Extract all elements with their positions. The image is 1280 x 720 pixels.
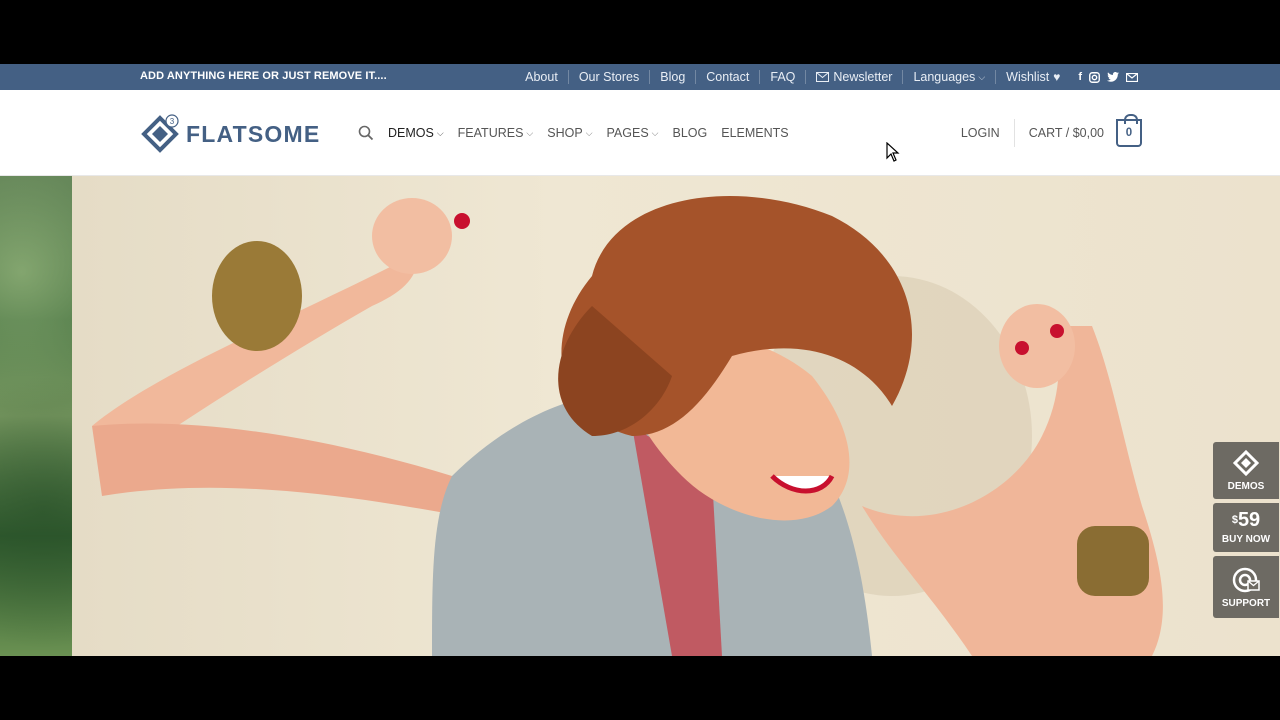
languages-dropdown[interactable]: Languages ⌵ <box>903 70 995 84</box>
account-nav: LOGIN CART / $0,00 0 <box>961 90 1142 176</box>
chevron-down-icon: ⌵ <box>585 127 593 138</box>
browser-viewport: ADD ANYTHING HERE OR JUST REMOVE IT.... … <box>0 64 1280 656</box>
price-value: 59 <box>1237 509 1261 531</box>
side-tab-buy-label: BUY NOW <box>1221 534 1271 545</box>
site-logo[interactable]: 3 FLATSOME <box>140 114 320 154</box>
nav-shop[interactable]: SHOP ⌵ <box>547 126 592 140</box>
flatsome-logo-icon <box>1233 449 1259 476</box>
side-tab-demos[interactable]: DEMOS <box>1213 442 1279 499</box>
nav-pages[interactable]: PAGES ⌵ <box>607 126 659 140</box>
newsletter-link[interactable]: Newsletter <box>806 70 902 84</box>
nav-demos-label: DEMOS <box>388 126 434 140</box>
hero-image <box>72 176 1280 656</box>
top-link-faq[interactable]: FAQ <box>760 70 805 84</box>
nav-features[interactable]: FEATURES ⌵ <box>458 126 534 140</box>
side-tab-support[interactable]: SUPPORT <box>1213 556 1279 618</box>
twitter-icon[interactable] <box>1107 72 1119 82</box>
nav-demos[interactable]: DEMOS ⌵ <box>388 126 444 140</box>
email-icon[interactable] <box>1126 72 1138 82</box>
nav-blog[interactable]: BLOG <box>673 126 708 140</box>
side-tabs: DEMOS $59 BUY NOW SUPPORT <box>1213 442 1279 622</box>
newsletter-label: Newsletter <box>833 70 893 84</box>
main-header: 3 FLATSOME DEMOS ⌵ FEATURES ⌵ SHOP ⌵ PAG… <box>0 90 1280 176</box>
main-nav: DEMOS ⌵ FEATURES ⌵ SHOP ⌵ PAGES ⌵ BLOG E… <box>358 90 803 176</box>
top-link-contact[interactable]: Contact <box>696 70 759 84</box>
chevron-down-icon: ⌵ <box>526 127 534 138</box>
instagram-icon[interactable] <box>1089 71 1100 83</box>
top-bar-nav: About Our Stores Blog Contact FAQ Newsle… <box>515 64 1138 90</box>
social-icons: f <box>1070 71 1138 83</box>
chevron-down-icon: ⌵ <box>651 127 659 138</box>
divider <box>1013 119 1015 147</box>
hero-banner: DEMOS $59 BUY NOW SUPPORT <box>0 176 1280 656</box>
nav-shop-label: SHOP <box>547 126 583 140</box>
mouse-cursor-icon <box>886 142 900 162</box>
flatsome-logo-icon: 3 <box>141 114 179 153</box>
hero-figure-illustration <box>92 196 1163 656</box>
nav-elements-label: ELEMENTS <box>721 126 789 140</box>
top-link-our-stores[interactable]: Our Stores <box>569 70 649 84</box>
envelope-icon <box>816 72 830 82</box>
side-tab-demos-label: DEMOS <box>1227 480 1265 492</box>
top-bar: ADD ANYTHING HERE OR JUST REMOVE IT.... … <box>0 64 1280 90</box>
cart-count: 0 <box>1125 127 1133 139</box>
nav-features-label: FEATURES <box>457 126 524 140</box>
wishlist-link[interactable]: Wishlist ♥ <box>996 70 1070 84</box>
cart-link[interactable]: CART / $0,00 <box>1029 126 1104 140</box>
heart-icon: ♥ <box>1053 70 1061 84</box>
top-link-about[interactable]: About <box>515 70 568 84</box>
search-icon[interactable] <box>358 125 374 141</box>
login-link[interactable]: LOGIN <box>961 126 1000 140</box>
cart-bag-icon[interactable]: 0 <box>1116 114 1142 147</box>
nav-blog-label: BLOG <box>672 126 708 140</box>
side-tab-buy-now[interactable]: $59 BUY NOW <box>1213 503 1279 552</box>
chevron-down-icon: ⌵ <box>436 127 444 138</box>
languages-label: Languages <box>913 70 976 84</box>
nav-pages-label: PAGES <box>606 126 649 140</box>
top-bar-promo: ADD ANYTHING HERE OR JUST REMOVE IT.... <box>140 70 387 82</box>
side-tab-support-label: SUPPORT <box>1221 597 1271 609</box>
support-lifebuoy-icon <box>1232 567 1260 592</box>
price-tag: $59 <box>1231 509 1261 531</box>
top-link-blog[interactable]: Blog <box>650 70 695 84</box>
logo-badge: 3 <box>170 117 175 126</box>
chevron-down-icon: ⌵ <box>978 71 986 82</box>
logo-text: FLATSOME <box>186 120 321 147</box>
wishlist-label: Wishlist <box>1006 70 1050 84</box>
nav-elements[interactable]: ELEMENTS <box>721 126 788 140</box>
hero-side-image <box>0 176 72 656</box>
facebook-icon[interactable]: f <box>1078 71 1082 83</box>
